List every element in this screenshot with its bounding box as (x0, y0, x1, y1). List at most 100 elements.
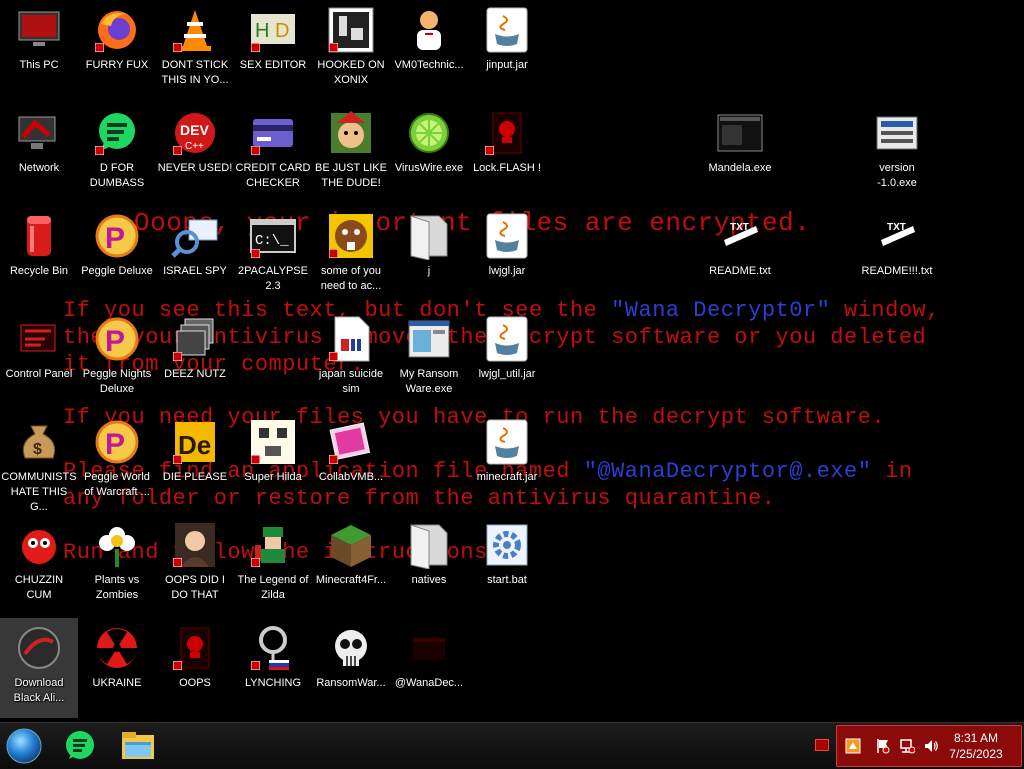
desktop-icon-label: Network (18, 162, 60, 174)
file-icon (327, 315, 375, 363)
svg-text:TXT: TXT (887, 222, 906, 233)
clock[interactable]: 8:31 AM 7/25/2023 (941, 730, 1011, 762)
control-panel-icon (15, 315, 63, 363)
red-overlay-icon (251, 146, 260, 155)
glass-box-icon (327, 418, 375, 466)
desktop-icon-viruswire-exe[interactable]: VirusWire.exe (390, 103, 468, 203)
taskbar: 8:31 AM 7/25/2023 (0, 722, 1024, 769)
start-button[interactable] (4, 726, 44, 766)
desktop-icon-dont-stick-this-in-yo[interactable]: DONT STICK THIS IN YO... (156, 0, 234, 100)
taskbar-chat-app[interactable] (60, 726, 100, 766)
desktop-icon-die-please[interactable]: De DIE PLEASE (156, 412, 234, 512)
desktop-icon-readme-txt[interactable]: TXT README.txt (701, 206, 779, 306)
desktop-icon-label: Download Black Ali... (13, 677, 65, 704)
java-jar-icon (483, 212, 531, 260)
file-explorer-icon (122, 732, 154, 759)
desktop-icon-oops-did-i-do-that[interactable]: OOPS DID I DO THAT (156, 515, 234, 615)
desktop-icon-label: OOPS (179, 677, 211, 689)
desktop-icon-sex-editor[interactable]: H D SEX EDITOR (234, 0, 312, 100)
desktop-icon-d-for-dumbass[interactable]: D FOR DUMBASS (78, 103, 156, 203)
desktop-icon-ransomwar[interactable]: RansomWar... (312, 618, 390, 718)
desktop-icon-peggle-deluxe[interactable]: P Peggle Deluxe (78, 206, 156, 306)
desktop-icon-my-ransom-ware-exe[interactable]: My Ransom Ware.exe (390, 309, 468, 409)
svg-text:P: P (105, 325, 125, 358)
desktop-icon-label: version -1.0.exe (877, 162, 917, 189)
desktop-icon-mandela-exe[interactable]: Mandela.exe (701, 103, 779, 203)
desktop-icon-communists-hate-this-g[interactable]: $ COMMUNISTS HATE THIS G... (0, 412, 78, 513)
desktop-icon-label: CREDIT CARD CHECKER (235, 162, 311, 189)
grass-block-icon (327, 521, 375, 569)
desktop-icon-credit-card-checker[interactable]: CREDIT CARD CHECKER (234, 103, 312, 203)
peggle-icon: P (93, 315, 141, 363)
desktop-icon-version-1-0-exe[interactable]: version -1.0.exe (858, 103, 936, 203)
desktop-icon-hooked-on-xonix[interactable]: HOOKED ON XONIX (312, 0, 390, 100)
desktop-icon-label: VM0Technic... (394, 59, 464, 71)
desktop-icon-lock-flash[interactable]: Lock.FLASH ! (468, 103, 546, 203)
desktop-icon-2pacalypse-2-3[interactable]: C:\_ 2PACALYPSE 2.3 (234, 206, 312, 306)
desktop-icon-deez-nutz[interactable]: DEEZ NUTZ (156, 309, 234, 409)
desktop-icon-minecraft-jar[interactable]: minecraft.jar (468, 412, 546, 512)
desktop-icon-lwjgl-jar[interactable]: lwjgl.jar (468, 206, 546, 306)
red-skull-app-icon (171, 624, 219, 672)
java-jar-icon (483, 315, 531, 363)
desktop-icon-label: Lock.FLASH ! (473, 162, 541, 174)
svg-text:H: H (255, 20, 269, 42)
desktop-icon-control-panel[interactable]: Control Panel (0, 309, 78, 409)
desktop-icon-label: The Legend of Zilda (237, 574, 309, 601)
desktop-icon-oops[interactable]: OOPS (156, 618, 234, 718)
desktop-icon-download-black-ali[interactable]: Download Black Ali... (0, 618, 78, 718)
portrait-icon (171, 521, 219, 569)
desktop-icon-never-used[interactable]: DEV C++ NEVER USED! (156, 103, 234, 203)
desktop-icon-label: j (427, 265, 431, 277)
desktop-icon-plants-vs-zombies[interactable]: Plants vs Zombies (78, 515, 156, 615)
desktop-icon-this-pc[interactable]: This PC (0, 0, 78, 100)
desktop-icon-furry-fux[interactable]: FURRY FUX (78, 0, 156, 100)
desktop-icon-label: BE JUST LIKE THE DUDE! (315, 162, 387, 189)
desktop-icon-peggle-world-of-warcraft[interactable]: P Peggle World of Warcraft ... (78, 412, 156, 512)
show-hidden-icons-button[interactable] (815, 739, 829, 751)
desktop-icon-lwjgl-util-jar[interactable]: lwjgl_util.jar (468, 309, 546, 409)
java-jar-icon (483, 418, 531, 466)
volume-icon[interactable] (923, 738, 939, 754)
warning-shield-icon[interactable] (845, 738, 861, 754)
svg-text:P: P (105, 428, 125, 461)
action-center-flag-icon[interactable] (875, 738, 891, 754)
desktop-icon-lynching[interactable]: LYNCHING (234, 618, 312, 718)
desktop-icon-label: some of you need to ac... (320, 265, 382, 292)
red-overlay-icon (329, 249, 338, 258)
red-overlay-icon (173, 661, 182, 670)
desktop-icon-minecraft4fr[interactable]: Minecraft4Fr... (312, 515, 390, 615)
desktop-icon-j[interactable]: j (390, 206, 468, 306)
desktop-icon-readme-txt[interactable]: TXT README!!!.txt (858, 206, 936, 306)
desktop-icon-start-bat[interactable]: start.bat (468, 515, 546, 615)
desktop-icon-japan-suicide-sim[interactable]: japan suicide sim (312, 309, 390, 409)
red-overlay-icon (95, 43, 104, 52)
desktop-icon-israel-spy[interactable]: ISRAEL SPY (156, 206, 234, 306)
desktop-icon-label: VirusWire.exe (394, 162, 464, 174)
desktop-icon-label: japan suicide sim (318, 368, 384, 395)
desktop-icon-vm0technic[interactable]: VM0Technic... (390, 0, 468, 100)
network-tray-icon[interactable] (899, 738, 915, 754)
desktop-icon-some-of-you-need-to-ac[interactable]: some of you need to ac... (312, 206, 390, 306)
desktop-icon-the-legend-of-zilda[interactable]: The Legend of Zilda (234, 515, 312, 615)
desktop-icon-wanadec[interactable]: @WanaDec... (390, 618, 468, 718)
desktop-icon-label: natives (411, 574, 447, 586)
desktop-icon-natives[interactable]: natives (390, 515, 468, 615)
desktop-icon-jinput-jar[interactable]: jinput.jar (468, 0, 546, 100)
desktop-icon-chuzzin-cum[interactable]: CHUZZIN CUM (0, 515, 78, 615)
taskbar-file-explorer[interactable] (118, 726, 158, 766)
desktop-icon-ukraine[interactable]: UKRAINE (78, 618, 156, 718)
desktop-icon-recycle-bin[interactable]: Recycle Bin (0, 206, 78, 306)
svg-text:C:\_: C:\_ (255, 233, 289, 249)
svg-text:$: $ (33, 441, 42, 458)
desktop-icon-label: @WanaDec... (394, 677, 464, 689)
desktop-icon-peggle-nights-deluxe[interactable]: P Peggle Nights Deluxe (78, 309, 156, 409)
black-window-icon (716, 109, 764, 157)
dev-cpp-icon: DEV C++ (171, 109, 219, 157)
desktop-icon-collabvmb[interactable]: CollabVMB... (312, 412, 390, 512)
red-overlay-icon (329, 352, 338, 361)
desktop-icon-network[interactable]: Network (0, 103, 78, 203)
desktop-icon-be-just-like-the-dude[interactable]: BE JUST LIKE THE DUDE! (312, 103, 390, 203)
desktop-icon-label: Super Hilda (244, 471, 302, 483)
desktop-icon-super-hilda[interactable]: Super Hilda (234, 412, 312, 512)
